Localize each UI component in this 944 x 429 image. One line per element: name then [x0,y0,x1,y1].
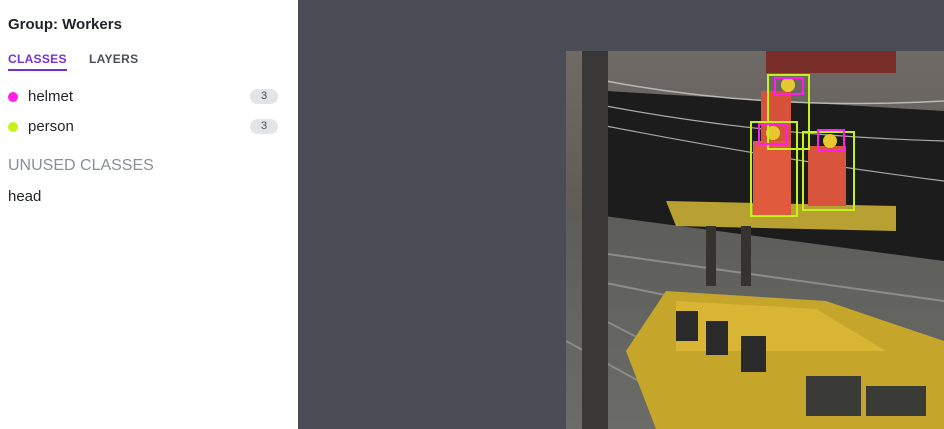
helmet-bounding-box[interactable] [774,77,804,95]
class-count-badge: 3 [250,119,278,134]
class-label: helmet [28,88,74,105]
class-item-helmet[interactable]: helmet 3 [8,86,278,108]
scene-image [566,51,944,429]
unused-class-item-head[interactable]: head [8,188,41,205]
tab-classes[interactable]: CLASSES [8,52,67,71]
unused-classes-heading: UNUSED CLASSES [8,157,154,174]
tab-layers[interactable]: LAYERS [89,52,138,66]
annotation-canvas[interactable] [298,0,944,429]
class-count-badge: 3 [250,89,278,104]
group-title: Group: Workers [8,16,122,33]
class-color-dot [8,92,18,102]
class-color-dot [8,122,18,132]
class-item-person[interactable]: person 3 [8,116,278,138]
helmet-bounding-box[interactable] [758,123,788,145]
helmet-bounding-box[interactable] [817,129,845,151]
class-label: person [28,118,74,135]
annotated-image[interactable] [566,51,944,429]
classes-sidebar: Group: Workers CLASSES LAYERS helmet 3 p… [0,0,298,429]
